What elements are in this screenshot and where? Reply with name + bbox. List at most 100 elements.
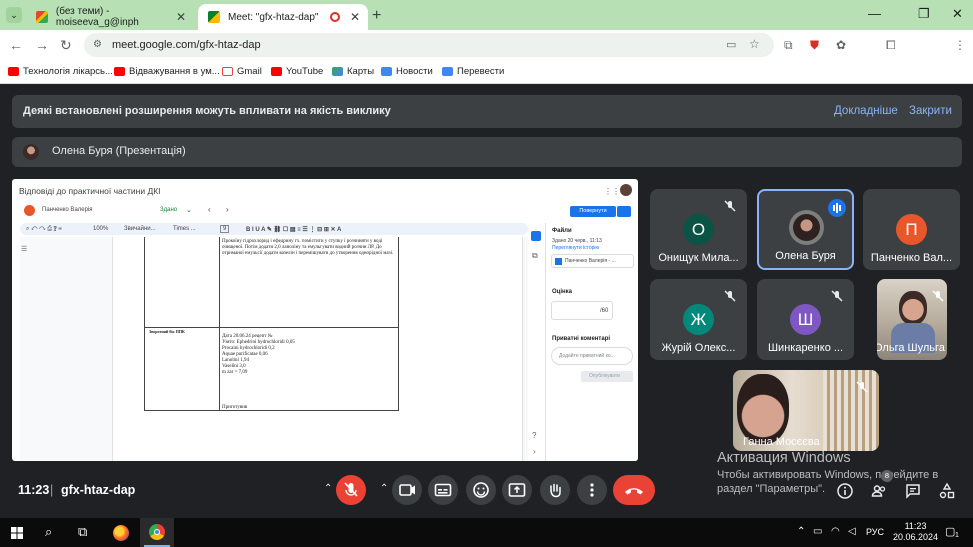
tray-clock[interactable]: 11:23 20.06.2024 (893, 521, 938, 543)
bookmark-item[interactable]: Карты (332, 66, 374, 77)
reload-icon[interactable]: ↻ (60, 37, 72, 54)
history-link: Переглянути історію (552, 245, 600, 251)
mic-off-icon (724, 200, 736, 212)
participant-tile[interactable]: Олена Буря (757, 189, 854, 270)
site-info-icon[interactable]: ⚙ (93, 39, 102, 50)
screen-share-icon[interactable]: ⧉ (784, 38, 793, 53)
leave-call-button[interactable] (613, 475, 655, 505)
extensions-puzzle-icon[interactable]: ⧠ (886, 38, 896, 53)
video-feed (899, 291, 927, 325)
info-icon[interactable] (836, 482, 854, 500)
participant-tile[interactable]: П Панченко Вал... (863, 189, 960, 270)
avatar: Ш (790, 304, 821, 335)
tab-gmail[interactable]: (без теми) - moiseeva_g@inph ✕ (26, 4, 194, 30)
minimize-button[interactable]: — (868, 6, 881, 21)
presenter-label: Олена Буря (Презентація) (52, 145, 186, 157)
raise-hand-button[interactable] (540, 475, 570, 505)
mic-toggle-button[interactable] (336, 475, 366, 505)
chat-icon[interactable] (904, 482, 922, 500)
activation-title: Активация Windows (717, 450, 851, 466)
battery-icon[interactable]: ▭ (813, 526, 822, 537)
url-text: meet.google.com/gfx-htaz-dap (112, 39, 261, 51)
tab-title: (без теми) - moiseeva_g@inph (55, 6, 139, 28)
participant-tile[interactable]: Ж Журій Олекс... (650, 279, 747, 360)
shared-screen[interactable]: Відповіді до практичної частини ДКІ ⋮⋮ П… (12, 179, 638, 461)
activities-icon[interactable] (938, 482, 956, 500)
browser-tab-bar: ⌄ (без теми) - moiseeva_g@inph ✕ Meet: "… (0, 0, 973, 30)
wifi-icon[interactable]: ◠ (831, 526, 840, 537)
video-feed (737, 374, 789, 444)
new-tab-button[interactable]: + (372, 7, 381, 25)
close-window-button[interactable]: ✕ (952, 6, 963, 22)
more-vert-icon (590, 483, 594, 497)
tray-chevron-icon[interactable]: ⌃ (797, 526, 805, 537)
camera-in-use-icon[interactable]: ▭ (726, 38, 736, 51)
font-size-field: 9 (220, 225, 230, 233)
windows-start-icon[interactable] (11, 527, 23, 539)
back-icon[interactable]: ← (9, 37, 23, 53)
close-tab-icon[interactable]: ✕ (176, 10, 186, 24)
bookmark-item[interactable]: Gmail (222, 66, 262, 77)
doc-toolbar: ⌕ ↶ ↷ ⎙ ⁋ ⁜ 100% Звичайни... Times ... 9… (20, 223, 528, 235)
windows-taskbar: ⌕ ⧉ ⌃ ▭ ◠ ◁ РУС 11:23 20.06.2024 ▢ 1 (0, 518, 973, 547)
youtube-icon (8, 67, 19, 76)
volume-icon[interactable]: ◁ (848, 526, 856, 537)
help-icon: ? (532, 431, 537, 440)
hand-icon (550, 483, 561, 498)
status-label: Здано (160, 207, 178, 213)
chrome-taskbar-item[interactable] (140, 518, 174, 547)
video-options-icon[interactable]: ⌃ (380, 483, 388, 494)
people-icon[interactable] (870, 482, 888, 500)
emoji-button[interactable] (466, 475, 496, 505)
learn-more-link[interactable]: Докладніше (834, 105, 898, 117)
task-view-icon[interactable]: ⧉ (78, 524, 87, 540)
meeting-clock: 11:23 (18, 483, 50, 497)
menu-kebab-icon[interactable]: ⋮ (954, 38, 966, 52)
file-name: Панченко Валерія - ... (565, 258, 616, 264)
bookmark-item[interactable]: Технологія лікарсь... (8, 66, 113, 77)
present-button[interactable] (502, 475, 532, 505)
mic-off-icon (724, 290, 736, 302)
language-indicator[interactable]: РУС (866, 527, 884, 537)
more-options-button[interactable] (577, 475, 607, 505)
warning-text: Деякі встановлені розширення можуть впли… (23, 105, 391, 117)
participant-name: Онищук Мила... (658, 252, 739, 264)
bookmarks-bar: Технологія лікарсь... Відважування в ум.… (0, 60, 973, 84)
tab-search-button[interactable]: ⌄ (6, 7, 22, 23)
captions-button[interactable] (428, 475, 458, 505)
restore-button[interactable]: ❐ (918, 6, 930, 22)
captions-icon (434, 483, 452, 497)
participant-tile[interactable]: О Онищук Мила... (650, 189, 747, 270)
firefox-icon[interactable] (113, 525, 129, 541)
meeting-code: gfx-htaz-dap (61, 483, 136, 497)
bookmark-item[interactable]: Відважування в ум... (114, 66, 220, 77)
avatar (620, 184, 632, 196)
audio-options-icon[interactable]: ⌃ (324, 483, 332, 494)
notifications-icon[interactable]: ▢ (945, 525, 955, 538)
bookmark-item[interactable]: Новости (381, 66, 433, 77)
translate-icon (442, 67, 453, 76)
grade-field: /60 (551, 301, 613, 320)
speaking-indicator-icon (828, 199, 846, 217)
participant-video-tile[interactable]: Ольга Шульга (877, 279, 947, 360)
gmail-icon (36, 11, 48, 23)
mic-off-icon (344, 482, 358, 497)
doc-body-text: Прокоїну гідрохлорид і ефедрину гх. помі… (222, 239, 394, 256)
youtube-icon (114, 67, 125, 76)
participant-video-tile[interactable]: Ганна Мосєєва (733, 370, 879, 451)
avatar: Ж (683, 304, 714, 335)
forward-icon[interactable]: → (35, 37, 49, 53)
search-icon[interactable]: ⌕ (45, 524, 52, 540)
bookmark-star-icon[interactable]: ☆ (749, 37, 760, 51)
bookmark-item[interactable]: YouTube (271, 66, 323, 77)
participant-name: Ганна Мосєєва (743, 436, 820, 448)
participant-tile[interactable]: Ш Шинкаренко ... (757, 279, 854, 360)
close-warning-button[interactable]: Закрити (909, 105, 952, 117)
camera-toggle-button[interactable] (392, 475, 422, 505)
extension-shield-icon[interactable]: ⛊ (810, 38, 819, 53)
address-bar[interactable]: ⚙ meet.google.com/gfx-htaz-dap ▭ ☆ (84, 33, 774, 57)
close-tab-icon[interactable]: ✕ (350, 10, 360, 24)
bookmark-item[interactable]: Перевести (442, 66, 504, 77)
tab-meet[interactable]: Meet: "gfx-htaz-dap" ✕ (198, 4, 368, 30)
extension-icon[interactable]: ✿ (836, 38, 846, 52)
